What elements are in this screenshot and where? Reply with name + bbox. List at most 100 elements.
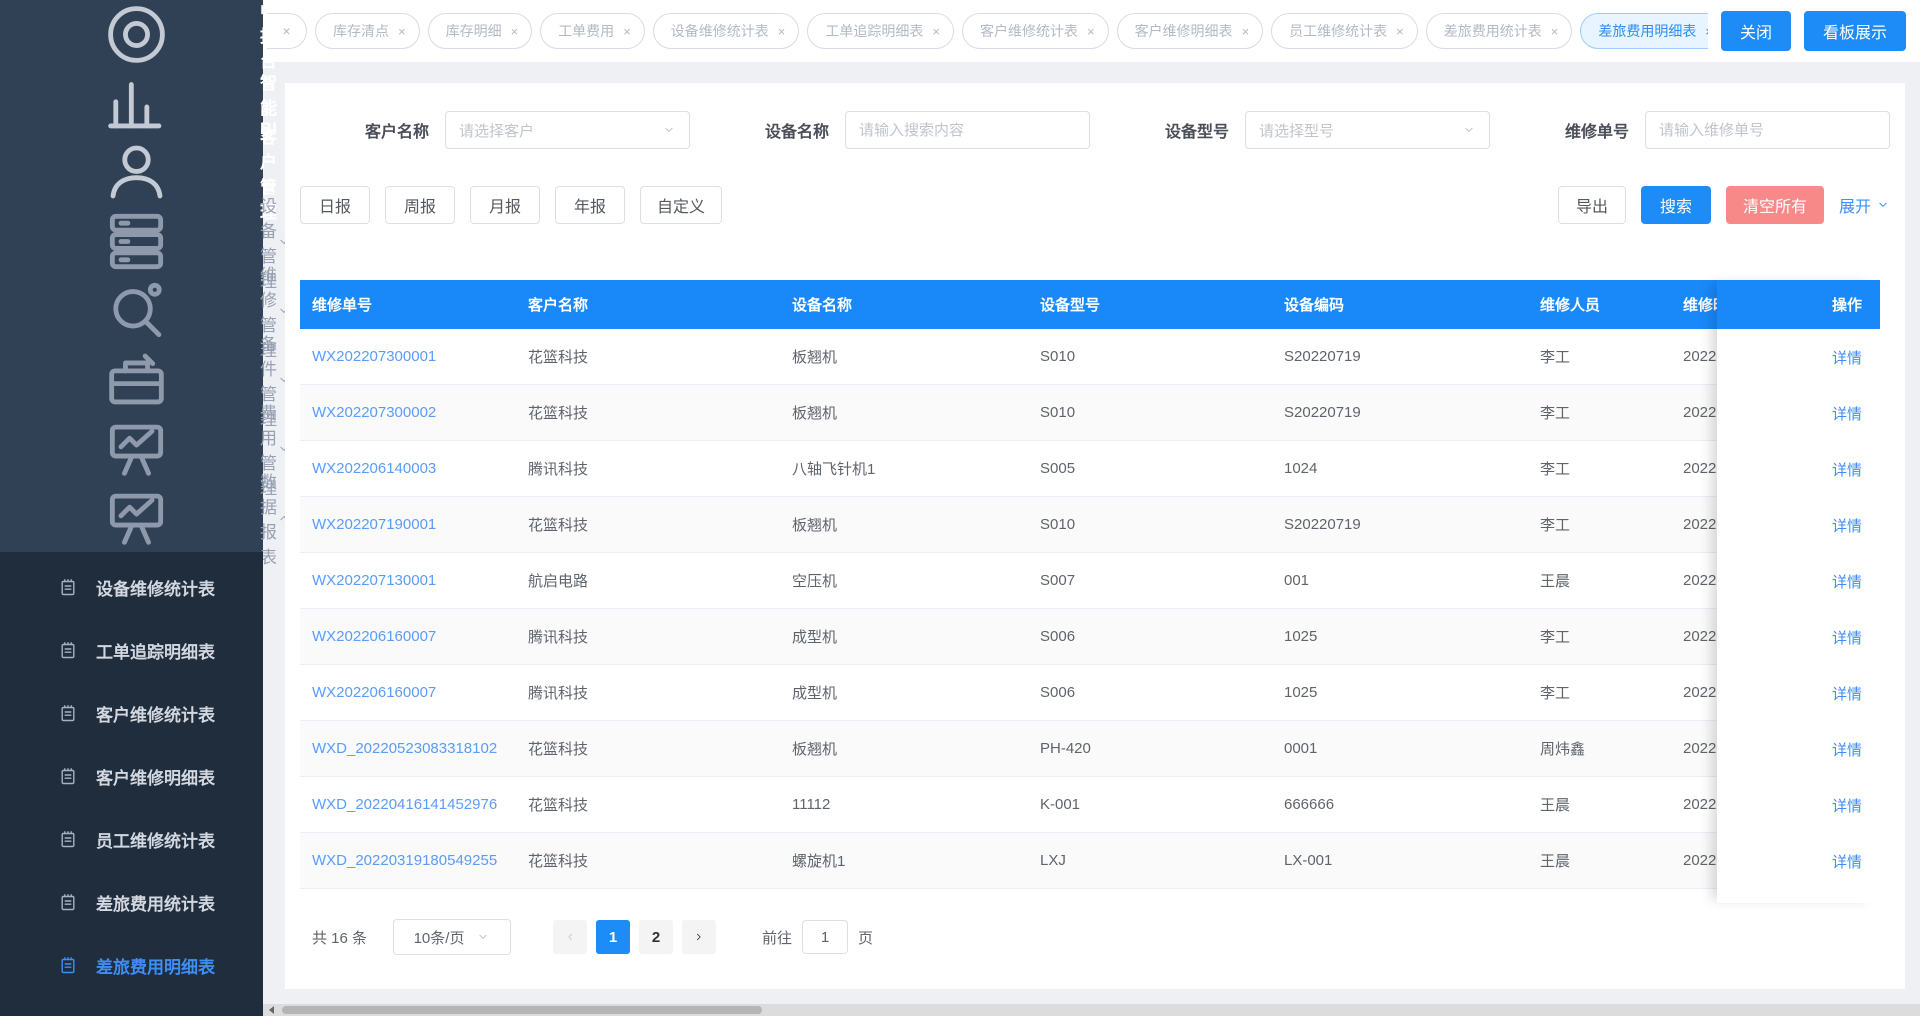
filter-input[interactable] [1644,111,1890,149]
expand-toggle[interactable]: 展开 [1839,193,1890,217]
horizontal-scrollbar[interactable] [263,1004,1920,1016]
sidebar-submenu-item[interactable]: 设备维修统计表 [0,556,263,619]
order-no-link[interactable]: WXD_20220416141452976 [312,796,497,813]
page-size-select[interactable]: 10条/页 [393,919,512,955]
detail-link[interactable]: 详情 [1832,851,1862,872]
filter-input[interactable] [845,111,1090,149]
sidebar-submenu-item[interactable]: 差旅费用统计表 [0,871,263,934]
report-period-button[interactable]: 月报 [470,186,540,224]
close-icon[interactable]: × [1087,24,1095,39]
tab-list: × 库存清点 × 库存明细 × 工单费用 × 设备维修统计表 × 工单追踪明细表… [267,13,1708,49]
detail-link[interactable]: 详情 [1832,515,1862,536]
close-icon[interactable]: × [1396,24,1404,39]
order-no-cell: WX202207130001 [300,572,516,589]
tab[interactable]: 库存清点 × [315,13,420,49]
close-icon[interactable]: × [623,24,631,39]
select-placeholder: 请选择客户 [459,122,535,140]
close-icon[interactable]: × [398,24,406,39]
page-number-button[interactable]: 1 [596,920,631,954]
report-period-button[interactable]: 年报 [555,186,625,224]
detail-link[interactable]: 详情 [1832,347,1862,368]
sidebar-menu-item[interactable]: 备件管理 [0,335,288,429]
scroll-left-arrow-icon[interactable] [263,1004,279,1016]
order-no-link[interactable]: WX202206160007 [312,684,436,701]
page-number-button[interactable]: 2 [639,920,674,954]
sidebar-submenu-item[interactable]: 工单追踪明细表 [0,619,263,682]
close-icon[interactable]: × [778,24,786,39]
tab[interactable]: 差旅费用统计表 × [1425,13,1573,49]
detail-link[interactable]: 详情 [1832,795,1862,816]
report-period-button[interactable]: 周报 [385,186,455,224]
tab[interactable]: 库存明细 × [427,13,533,49]
order-no-link[interactable]: WXD_20220319180549255 [312,852,497,869]
close-button[interactable]: 关闭 [1720,11,1791,51]
tab[interactable]: 差旅费用明细表 × [1580,13,1708,49]
board-display-button[interactable]: 看板展示 [1803,11,1906,51]
order-no-link[interactable]: WX202207130001 [312,572,436,589]
detail-link[interactable]: 详情 [1832,459,1862,480]
scrollbar-thumb[interactable] [282,1006,762,1014]
table-header-cell: 维修单号 [312,297,373,314]
page-size-value: 10条/页 [413,929,465,947]
close-icon[interactable]: × [1242,24,1250,39]
sidebar-submenu-item[interactable]: 差旅费用明细表 [0,934,263,997]
customer-cell: 花篮科技 [528,853,589,870]
sidebar-menu-item[interactable]: 客户管理 [0,128,277,222]
close-icon[interactable]: × [932,24,940,39]
close-icon[interactable]: × [1551,24,1559,39]
order-no-link[interactable]: WX202207300002 [312,404,436,421]
select-placeholder: 请选择型号 [1258,122,1334,140]
prev-page-button[interactable] [553,920,588,954]
table-row: WX202207190001 花篮科技 板翘机 S010 S20220719 李… [300,497,1880,553]
sidebar-submenu-item[interactable]: 员工维修统计表 [0,808,263,871]
sidebar-menu-item[interactable]: 智能BI [0,69,277,138]
tab[interactable]: 工单追踪明细表 × [807,13,954,49]
tab[interactable]: 设备维修统计表 × [652,13,800,49]
order-no-link[interactable]: WX202207190001 [312,516,436,533]
sidebar-menu-item[interactable]: 费用管理 [0,404,288,498]
sidebar-submenu-item[interactable]: 客户维修统计表 [0,682,263,745]
sidebar-menu-item[interactable]: 数据报表 [0,473,288,567]
export-button[interactable]: 导出 [1557,186,1626,224]
order-no-link[interactable]: WX202206140003 [312,460,436,477]
order-no-link[interactable]: WX202207300001 [312,348,436,365]
next-page-button[interactable] [682,920,717,954]
detail-link[interactable]: 详情 [1832,627,1862,648]
report-period-button[interactable]: 日报 [300,186,370,224]
device-cell: 板翘机 [792,741,838,758]
tab[interactable]: 员工维修统计表 × [1271,13,1418,49]
tab[interactable]: 工单费用 × [540,13,645,49]
sidebar-menu-item[interactable]: 维修管理 [0,266,288,360]
sidebar-submenu-item[interactable]: 客户维修明细表 [0,745,263,808]
action-cell: 详情 [1717,721,1880,777]
customer-cell: 花篮科技 [528,349,589,366]
staff-cell: 李工 [1540,461,1571,478]
clear-all-button[interactable]: 清空所有 [1725,186,1824,224]
sidebar-menu-item[interactable]: 中控台 [0,0,277,71]
close-icon[interactable]: × [1705,24,1708,39]
tab[interactable]: 客户维修明细表 × [1116,13,1264,49]
detail-link[interactable]: 详情 [1832,571,1862,592]
order-no-link[interactable]: WXD_20220523083318102 [312,740,497,757]
report-period-button[interactable]: 自定义 [640,186,723,224]
device-cell: 空压机 [792,573,838,590]
detail-link[interactable]: 详情 [1832,683,1862,704]
table-row: WX202207130001 航启电路 空压机 S007 001 王晨 2022… [300,553,1880,609]
close-icon[interactable]: × [282,23,290,39]
customer-cell: 腾讯科技 [528,629,589,646]
table-header-cell: 设备型号 [1040,297,1101,314]
order-no-cell: WX202207190001 [300,516,516,533]
close-icon[interactable]: × [511,24,519,39]
detail-link[interactable]: 详情 [1832,403,1862,424]
detail-link[interactable]: 详情 [1832,739,1862,760]
goto-page-input[interactable] [802,920,849,954]
sidebar-menu-item[interactable]: 设备管理 [0,197,288,291]
tab-partial[interactable]: × [267,13,307,49]
filter-select[interactable]: 请选择客户 [445,111,691,149]
filter-select[interactable]: 请选择型号 [1244,111,1490,149]
tab-label: 差旅费用明细表 [1598,23,1697,39]
tab[interactable]: 客户维修统计表 × [961,13,1109,49]
search-button[interactable]: 搜索 [1640,186,1711,224]
submenu-item-label: 员工维修统计表 [96,832,215,851]
order-no-link[interactable]: WX202206160007 [312,628,436,645]
